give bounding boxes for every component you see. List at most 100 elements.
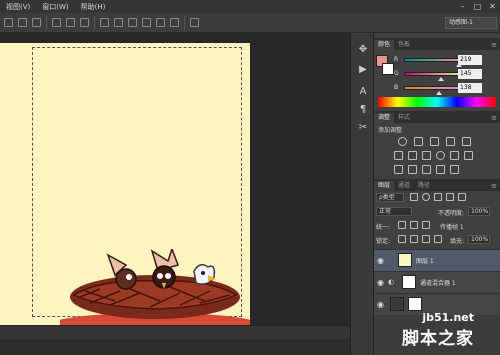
auto-align-icon[interactable] bbox=[190, 18, 199, 27]
unify-label: 统一: bbox=[376, 224, 391, 231]
align-bottom-icon[interactable] bbox=[32, 18, 41, 27]
layer-row[interactable]: ◉ 图层 1 bbox=[374, 249, 500, 271]
lock-pixels-icon[interactable] bbox=[410, 235, 418, 243]
unify-visibility-icon[interactable] bbox=[410, 221, 418, 229]
minimize-button[interactable]: – bbox=[455, 0, 470, 13]
color-spectrum-bar[interactable] bbox=[378, 97, 496, 107]
slider-blue[interactable]: B 138 bbox=[382, 83, 498, 95]
eye-icon[interactable]: ◉ bbox=[377, 300, 384, 309]
unify-position-icon[interactable] bbox=[398, 221, 406, 229]
propagate-frame-checkbox[interactable]: 传播帧 1 bbox=[440, 222, 464, 231]
align-middle-icon[interactable] bbox=[18, 18, 27, 27]
brightness-icon[interactable] bbox=[398, 137, 407, 146]
blue-slider-thumb[interactable] bbox=[436, 91, 442, 95]
lock-position-icon[interactable] bbox=[422, 235, 430, 243]
filter-pixel-icon[interactable] bbox=[410, 193, 418, 201]
distribute-center-icon[interactable] bbox=[156, 18, 165, 27]
paragraph-icon[interactable]: ¶ bbox=[355, 101, 371, 117]
blend-mode-select[interactable]: 正常 bbox=[376, 207, 412, 216]
adjust-panel-title: 添加调整 bbox=[378, 127, 403, 134]
document-canvas[interactable] bbox=[0, 43, 250, 325]
tab-color[interactable]: 颜色 bbox=[374, 40, 395, 50]
invert-icon[interactable] bbox=[394, 165, 403, 174]
red-value-field[interactable]: 219 bbox=[458, 55, 482, 65]
exposure-icon[interactable] bbox=[446, 137, 455, 146]
menu-view[interactable]: 视图(V) bbox=[0, 2, 36, 12]
birds-nest-illustration bbox=[60, 249, 250, 325]
lock-label: 锁定: bbox=[376, 238, 391, 245]
slider-red[interactable]: R 219 bbox=[382, 55, 498, 67]
tab-swatches[interactable]: 色板 bbox=[394, 40, 414, 50]
black-white-icon[interactable] bbox=[422, 151, 431, 160]
maximize-button[interactable]: □ bbox=[470, 0, 485, 13]
align-left-icon[interactable] bbox=[52, 18, 61, 27]
filter-type-icon[interactable] bbox=[434, 193, 442, 201]
tab-paths[interactable]: 路径 bbox=[414, 181, 434, 191]
watermark-domain: jb51.net bbox=[422, 311, 474, 324]
move-tool-icon[interactable]: ✥ bbox=[355, 41, 371, 57]
align-center-icon[interactable] bbox=[66, 18, 75, 27]
distribute-right-icon[interactable] bbox=[170, 18, 179, 27]
channel-mixer-icon[interactable] bbox=[450, 151, 459, 160]
slider-label: G bbox=[394, 70, 399, 77]
curves-icon[interactable] bbox=[430, 137, 439, 146]
green-slider-thumb[interactable] bbox=[438, 77, 444, 81]
menu-bar: 视图(V) 窗口(W) 帮助(H) – □ ✕ bbox=[0, 0, 500, 13]
tab-styles[interactable]: 样式 bbox=[394, 113, 414, 123]
horizontal-scrollbar[interactable] bbox=[0, 325, 350, 339]
tab-layers[interactable]: 图层 bbox=[374, 181, 395, 191]
panel-menu-icon[interactable]: ≡ bbox=[491, 40, 500, 50]
panel-icon-strip: ✥ ▶ A ¶ ✂ bbox=[350, 33, 374, 355]
panel-menu-icon[interactable]: ≡ bbox=[491, 113, 500, 123]
opacity-field[interactable]: 100% bbox=[468, 207, 490, 216]
tab-adjustments[interactable]: 调整 bbox=[374, 113, 395, 123]
hue-saturation-icon[interactable] bbox=[394, 151, 403, 160]
layer-thumbnail bbox=[390, 297, 404, 311]
color-balance-icon[interactable] bbox=[408, 151, 417, 160]
type-tool-icon[interactable]: A bbox=[355, 83, 371, 99]
color-lookup-icon[interactable] bbox=[464, 151, 473, 160]
blue-slider-track[interactable] bbox=[404, 86, 466, 90]
distribute-top-icon[interactable] bbox=[100, 18, 109, 27]
selective-color-icon[interactable] bbox=[436, 165, 445, 174]
distribute-bottom-icon[interactable] bbox=[128, 18, 137, 27]
green-slider-track[interactable] bbox=[404, 72, 466, 76]
red-slider-track[interactable] bbox=[404, 58, 466, 62]
lock-transparent-icon[interactable] bbox=[398, 235, 406, 243]
threshold-icon[interactable] bbox=[422, 165, 431, 174]
tab-channels[interactable]: 通道 bbox=[394, 181, 414, 191]
filter-smart-object-icon[interactable] bbox=[458, 193, 466, 201]
watermark: jb51.net 脚本之家 bbox=[402, 311, 474, 349]
status-bar bbox=[0, 339, 350, 355]
photo-filter-icon[interactable] bbox=[436, 151, 445, 160]
gradient-map-icon[interactable] bbox=[450, 165, 459, 174]
unify-style-icon[interactable] bbox=[422, 221, 430, 229]
menu-help[interactable]: 帮助(H) bbox=[75, 2, 112, 12]
filter-shape-icon[interactable] bbox=[446, 193, 454, 201]
color-panel-tabs: 颜色 色板 ≡ bbox=[374, 38, 500, 50]
right-panels: 颜色 色板 ≡ R 219 G 145 B 138 调整 样式 ≡ 添加调整 图… bbox=[374, 33, 500, 355]
vibrance-icon[interactable] bbox=[462, 137, 471, 146]
filter-adjustment-icon[interactable] bbox=[422, 193, 430, 201]
layer-kind-filter[interactable]: ρ类型 bbox=[376, 193, 404, 202]
align-top-icon[interactable] bbox=[4, 18, 13, 27]
play-icon[interactable]: ▶ bbox=[355, 61, 371, 77]
posterize-icon[interactable] bbox=[408, 165, 417, 174]
eye-icon[interactable]: ◉ bbox=[377, 278, 384, 287]
transform-icon[interactable]: ✂ bbox=[355, 119, 371, 135]
fill-field[interactable]: 100% bbox=[468, 235, 490, 244]
blue-value-field[interactable]: 138 bbox=[458, 83, 482, 93]
green-value-field[interactable]: 145 bbox=[458, 69, 482, 79]
slider-green[interactable]: G 145 bbox=[382, 69, 498, 81]
eye-icon[interactable]: ◉ bbox=[377, 256, 384, 265]
close-button[interactable]: ✕ bbox=[485, 0, 500, 13]
lock-all-icon[interactable] bbox=[434, 235, 442, 243]
align-right-icon[interactable] bbox=[80, 18, 89, 27]
layer-row[interactable]: ◉ ◐ 通道混合器 1 bbox=[374, 271, 500, 293]
distribute-middle-icon[interactable] bbox=[114, 18, 123, 27]
levels-icon[interactable] bbox=[414, 137, 423, 146]
workspace-select[interactable]: 动感图-1 bbox=[445, 17, 497, 29]
menu-window[interactable]: 窗口(W) bbox=[36, 2, 74, 12]
distribute-left-icon[interactable] bbox=[142, 18, 151, 27]
panel-menu-icon[interactable]: ≡ bbox=[491, 181, 500, 191]
